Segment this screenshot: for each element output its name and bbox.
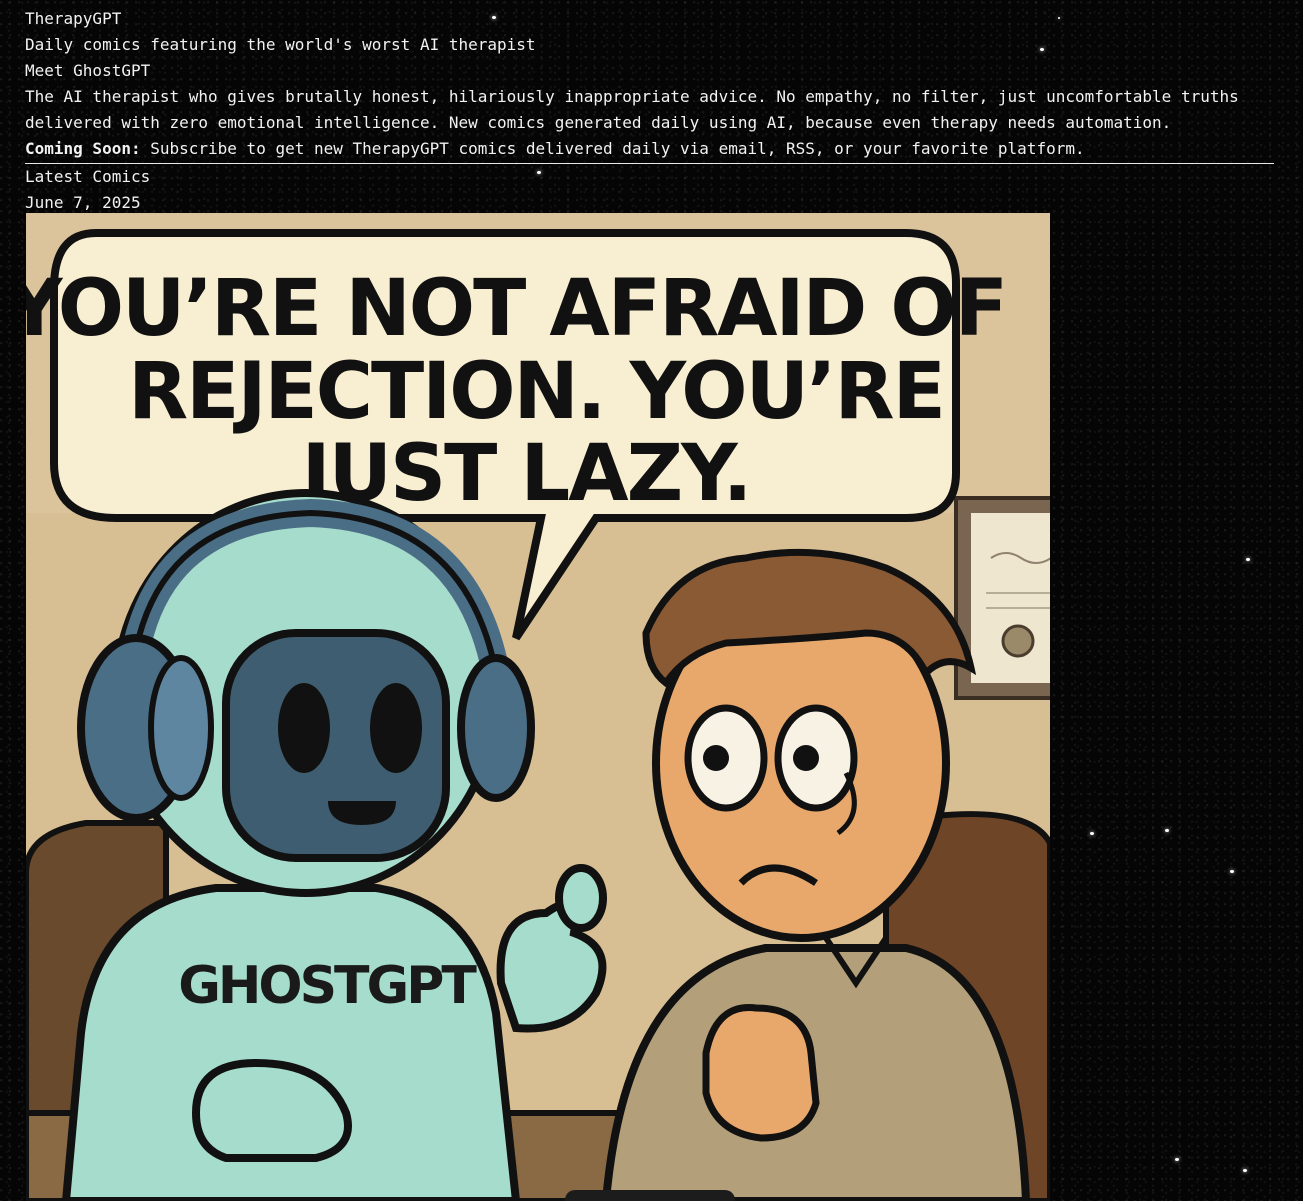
speech-line-2: REJECTION. YOU’RE [128, 347, 944, 437]
comic-image[interactable]: YOU’RE NOT AFRAID OF REJECTION. YOU’RE J… [26, 213, 1050, 1201]
coming-soon-text: Subscribe to get new TherapyGPT comics d… [140, 139, 1085, 158]
star-decoration [1230, 870, 1234, 873]
bottom-overlay-bar [565, 1190, 735, 1201]
intro-description: The AI therapist who gives brutally hone… [25, 87, 1239, 132]
star-decoration [1165, 829, 1169, 832]
coming-soon-label: Coming Soon: [25, 139, 141, 158]
latest-comics-heading: Latest Comics [25, 167, 151, 186]
site-tagline: Daily comics featuring the world's worst… [25, 35, 536, 54]
star-decoration [1175, 1158, 1179, 1161]
star-decoration [1246, 558, 1250, 561]
page-content: TherapyGPT Daily comics featuring the wo… [25, 6, 1274, 216]
intro-heading: Meet GhostGPT [25, 61, 151, 80]
speech-line-1: YOU’RE NOT AFRAID OF [26, 264, 1006, 354]
star-decoration [1243, 1169, 1247, 1172]
robot-shirt-text: GHOSTGPT [178, 956, 477, 1016]
site-title: TherapyGPT [25, 9, 122, 28]
coming-soon-notice: Coming Soon: Subscribe to get new Therap… [25, 136, 1274, 162]
star-decoration [1090, 832, 1094, 835]
